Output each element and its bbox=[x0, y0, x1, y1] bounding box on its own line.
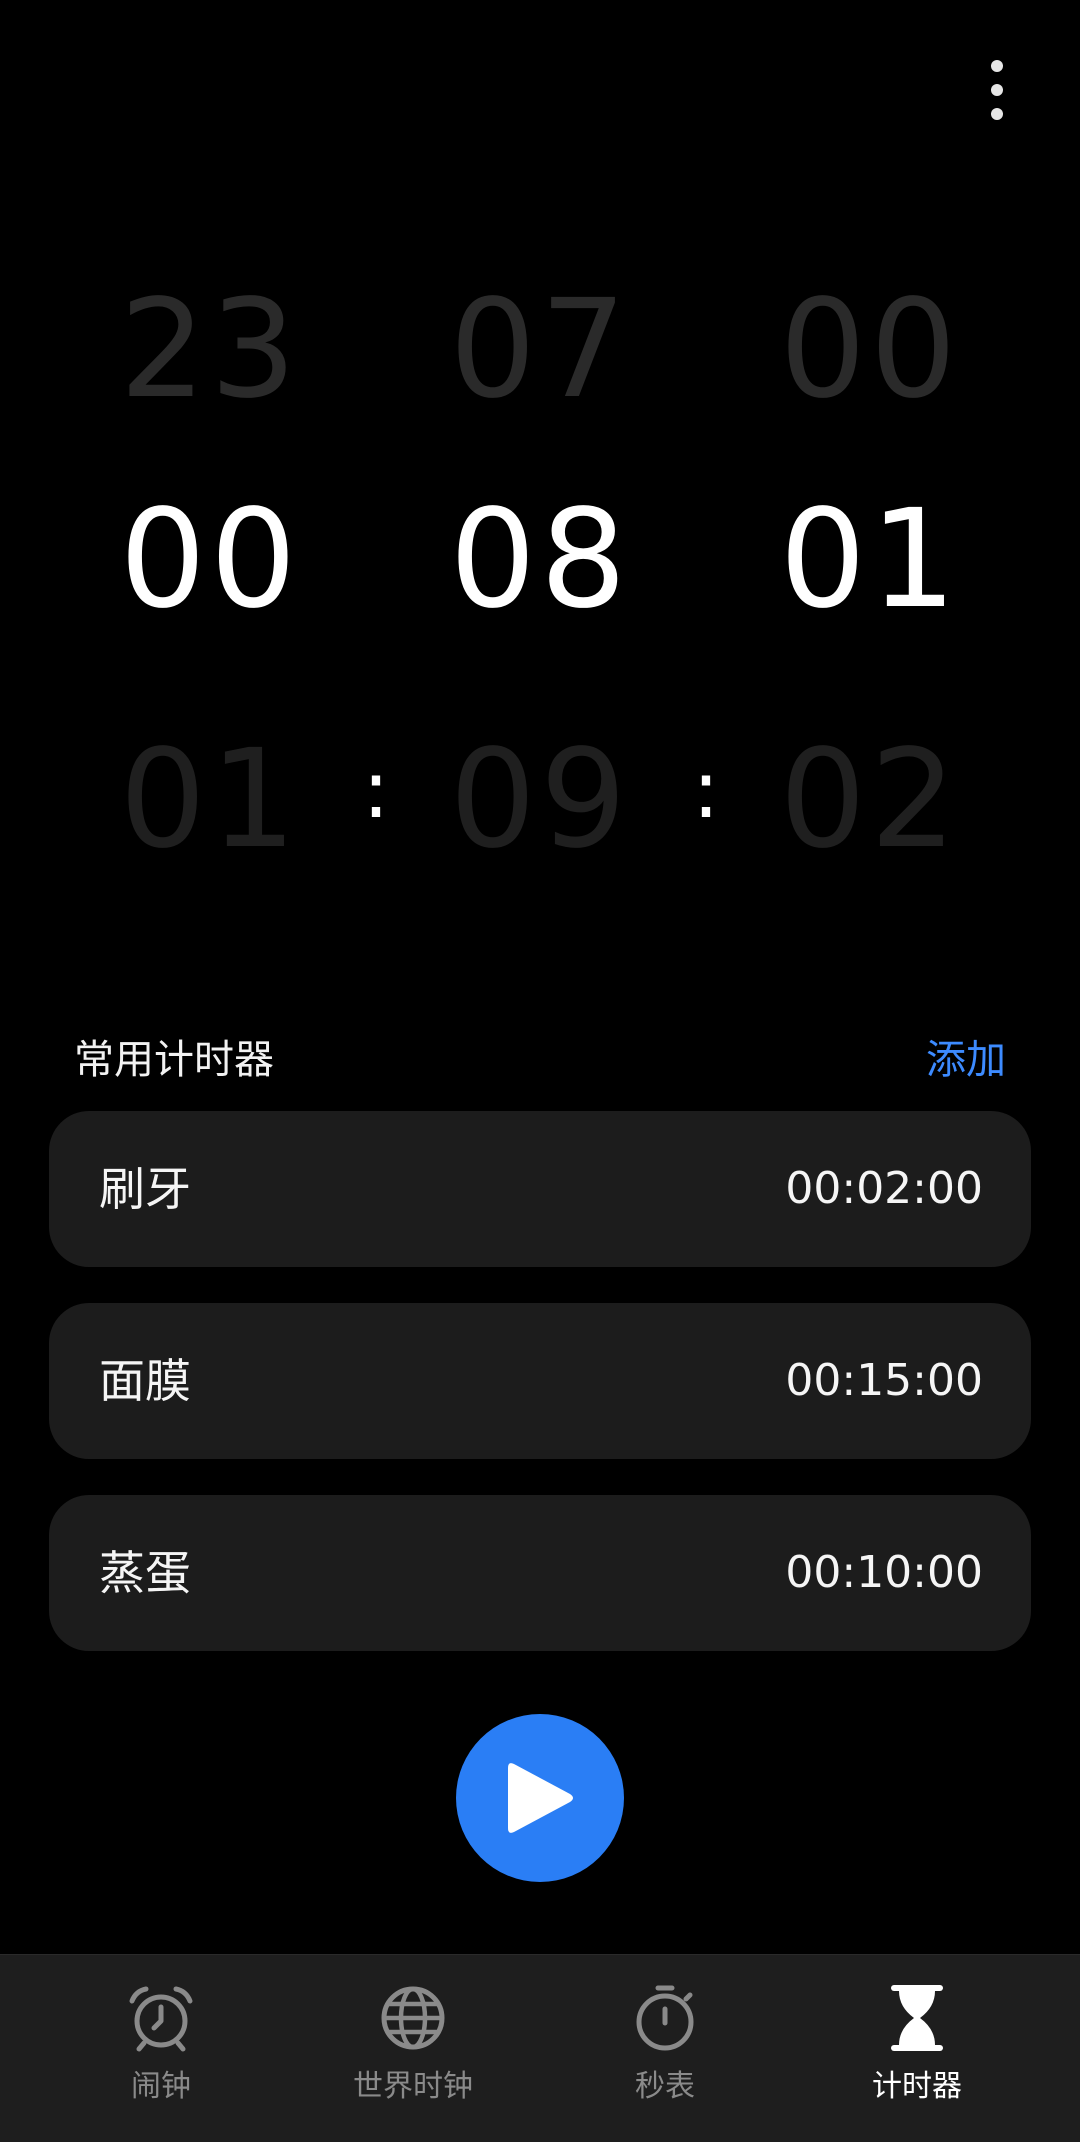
preset-duration: 00:02:00 bbox=[785, 1163, 983, 1214]
bottom-tab-bar: 闹钟 世界时钟 秒表 计时器 bbox=[0, 1954, 1080, 2142]
time-separator: : bbox=[362, 743, 390, 836]
tab-label: 计时器 bbox=[872, 2069, 962, 2104]
hours-next[interactable]: 01 bbox=[90, 680, 330, 920]
seconds-prev[interactable]: 00 bbox=[750, 230, 990, 470]
time-separator: : bbox=[692, 743, 720, 836]
tab-world-clock[interactable]: 世界时钟 bbox=[278, 1955, 548, 2142]
seconds-current[interactable]: 01 bbox=[750, 440, 990, 680]
globe-icon bbox=[381, 1986, 445, 2050]
start-timer-button[interactable] bbox=[456, 1714, 624, 1882]
presets-header: 常用计时器 添加 bbox=[74, 1030, 1006, 1090]
play-icon bbox=[508, 1763, 573, 1833]
tab-alarm[interactable]: 闹钟 bbox=[26, 1955, 296, 2142]
minutes-next[interactable]: 09 bbox=[420, 680, 660, 920]
preset-timer-item[interactable]: 刷牙 00:02:00 bbox=[49, 1111, 1031, 1267]
duration-picker[interactable]: 23 00 01 : 07 08 09 : 00 01 02 bbox=[0, 230, 1080, 890]
preset-duration: 00:15:00 bbox=[785, 1355, 983, 1406]
more-vertical-icon-dot bbox=[991, 84, 1003, 96]
tab-stopwatch[interactable]: 秒表 bbox=[530, 1955, 800, 2142]
tab-timer[interactable]: 计时器 bbox=[782, 1955, 1052, 2142]
hourglass-icon bbox=[891, 1985, 943, 2051]
stopwatch-icon bbox=[636, 1985, 694, 2051]
tab-label: 秒表 bbox=[635, 2069, 695, 2104]
hours-prev[interactable]: 23 bbox=[90, 230, 330, 470]
preset-timer-item[interactable]: 蒸蛋 00:10:00 bbox=[49, 1495, 1031, 1651]
preset-name: 面膜 bbox=[99, 1354, 191, 1408]
presets-title: 常用计时器 bbox=[74, 1037, 274, 1083]
preset-name: 刷牙 bbox=[99, 1162, 191, 1216]
seconds-next[interactable]: 02 bbox=[750, 680, 990, 920]
tab-label: 闹钟 bbox=[131, 2069, 191, 2104]
more-vertical-icon-dot bbox=[991, 108, 1003, 120]
alarm-clock-icon bbox=[129, 1986, 193, 2052]
hours-current[interactable]: 00 bbox=[90, 440, 330, 680]
more-vertical-icon bbox=[991, 60, 1003, 72]
preset-timer-item[interactable]: 面膜 00:15:00 bbox=[49, 1303, 1031, 1459]
preset-duration: 00:10:00 bbox=[785, 1547, 983, 1598]
minutes-prev[interactable]: 07 bbox=[420, 230, 660, 470]
tab-label: 世界时钟 bbox=[353, 2069, 473, 2104]
add-preset-button[interactable]: 添加 bbox=[926, 1030, 1006, 1090]
preset-name: 蒸蛋 bbox=[99, 1546, 191, 1600]
more-menu-button[interactable] bbox=[980, 58, 1014, 122]
minutes-current[interactable]: 08 bbox=[420, 440, 660, 680]
